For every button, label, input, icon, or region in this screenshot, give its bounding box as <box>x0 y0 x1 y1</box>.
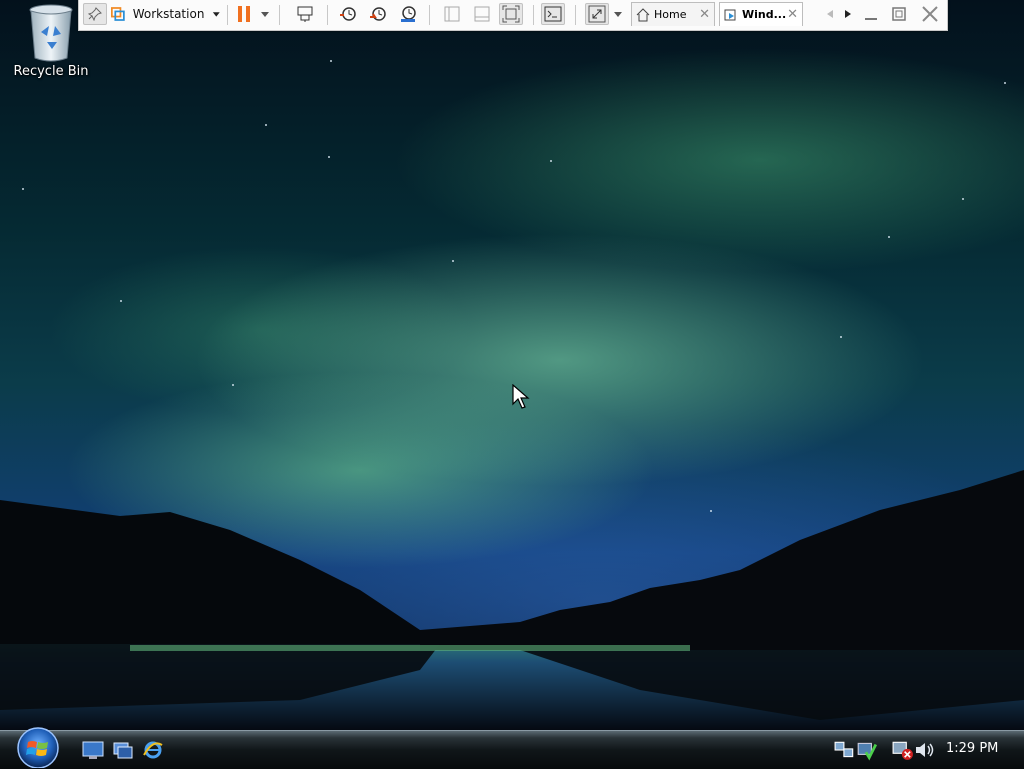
vm-icon <box>724 9 736 20</box>
snapshot-revert-icon <box>370 7 386 21</box>
start-button[interactable] <box>12 724 64 768</box>
star <box>328 156 330 158</box>
chevron-down-icon <box>614 12 622 17</box>
full-screen-icon <box>588 5 606 23</box>
workstation-menu-button[interactable]: Workstation <box>111 3 221 25</box>
snapshot-manager-icon <box>401 6 416 22</box>
close-icon <box>922 6 938 22</box>
vmware-toolbar: Workstation Home ✕ Wind... ✕ <box>78 0 948 31</box>
recycle-bin-icon <box>29 4 73 62</box>
chevron-left-icon <box>827 10 833 18</box>
speaker-icon[interactable] <box>914 739 936 761</box>
chevron-right-icon <box>845 10 851 18</box>
tab-home-close-button[interactable]: ✕ <box>699 7 710 22</box>
fit-window-icon <box>502 5 520 23</box>
power-options-dropdown[interactable] <box>257 3 273 25</box>
network-disconnected-icon[interactable] <box>892 739 914 761</box>
tab-windows-vm-close-button[interactable]: ✕ <box>787 7 798 22</box>
revert-snapshot-button[interactable] <box>367 3 389 25</box>
vmware-logo-icon <box>111 7 125 21</box>
vmware-tools-icon[interactable] <box>856 739 878 761</box>
restore-icon <box>892 7 906 21</box>
star <box>330 60 332 62</box>
star <box>888 236 890 238</box>
toolbar-separator <box>533 5 534 25</box>
internet-explorer-icon[interactable] <box>142 739 164 761</box>
close-button[interactable] <box>917 3 943 25</box>
mountain-landscape <box>0 470 1024 730</box>
show-desktop-icon[interactable] <box>82 739 104 761</box>
chevron-down-icon <box>213 12 221 17</box>
pause-button[interactable] <box>233 3 255 25</box>
console-view-button[interactable] <box>541 3 565 25</box>
mouse-pointer-icon <box>512 384 530 409</box>
toolbar-separator <box>327 5 328 25</box>
star <box>550 160 552 162</box>
scroll-tabs-left-button[interactable] <box>823 3 837 25</box>
tab-windows-vm[interactable]: Wind... ✕ <box>719 2 803 26</box>
switch-windows-icon[interactable] <box>112 739 134 761</box>
snapshot-take-icon <box>340 7 356 21</box>
show-thumbnail-bar-button[interactable] <box>471 3 493 25</box>
take-snapshot-button[interactable] <box>337 3 359 25</box>
toolbar-separator <box>279 5 280 25</box>
fit-guest-button[interactable] <box>499 3 523 25</box>
star <box>840 336 842 338</box>
toolbar-separator <box>227 5 228 25</box>
toolbar-separator <box>429 5 430 25</box>
show-library-button[interactable] <box>441 3 463 25</box>
star <box>452 260 454 262</box>
star <box>265 124 267 126</box>
home-icon <box>636 7 650 21</box>
console-icon <box>544 6 562 22</box>
minimize-icon <box>865 18 877 20</box>
star <box>22 188 24 190</box>
full-screen-options-dropdown[interactable] <box>611 3 625 25</box>
star <box>1004 82 1006 84</box>
pin-toolbar-button[interactable] <box>83 3 107 25</box>
send-ctrl-alt-del-button[interactable] <box>293 3 317 25</box>
network-icon[interactable] <box>834 739 856 761</box>
thumbnail-bar-icon <box>474 6 490 22</box>
scroll-tabs-right-button[interactable] <box>841 3 855 25</box>
restore-button[interactable] <box>887 3 911 25</box>
desktop[interactable]: Recycle Bin <box>0 0 1024 768</box>
minimize-button[interactable] <box>859 3 883 25</box>
tab-home-label: Home <box>654 8 687 21</box>
tab-home[interactable]: Home ✕ <box>631 2 715 26</box>
full-screen-button[interactable] <box>585 3 609 25</box>
pin-icon <box>88 7 102 21</box>
taskbar: 1:29 PM <box>0 730 1024 769</box>
library-panel-icon <box>444 6 460 22</box>
pause-icon <box>238 6 250 22</box>
star <box>120 300 122 302</box>
toolbar-separator <box>575 5 576 25</box>
recycle-bin-label: Recycle Bin <box>13 64 89 79</box>
workstation-label: Workstation <box>132 7 205 21</box>
snapshot-manager-button[interactable] <box>397 3 419 25</box>
star <box>962 198 964 200</box>
star <box>232 384 234 386</box>
send-keys-icon <box>297 6 313 22</box>
tab-windows-vm-label: Wind... <box>742 8 787 21</box>
chevron-down-icon <box>261 12 269 17</box>
clock[interactable]: 1:29 PM <box>946 741 998 756</box>
